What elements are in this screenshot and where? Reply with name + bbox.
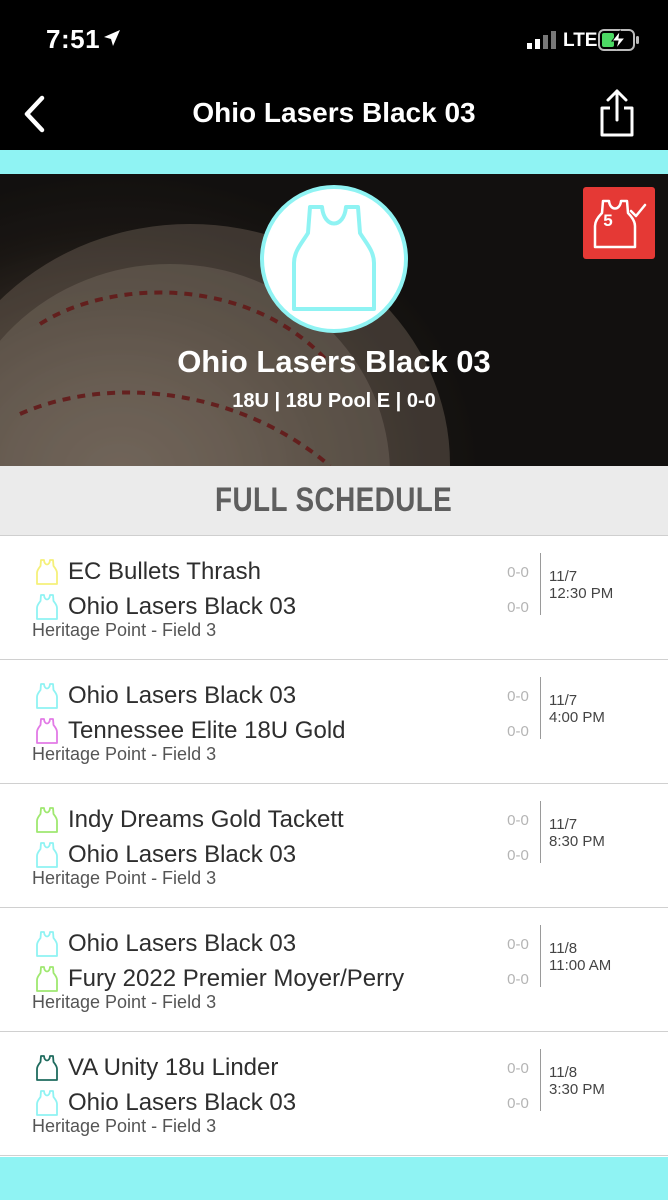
bottom-accent-strip (0, 1157, 668, 1200)
game-time: 3:30 PM (549, 1081, 605, 1098)
schedule-header: FULL SCHEDULE (0, 466, 668, 536)
game-date: 11/8 (549, 1064, 578, 1081)
venue-label: Heritage Point - Field 3 (32, 744, 217, 764)
game-list: EC Bullets Thrash Ohio Lasers Black 03 H… (0, 536, 668, 1156)
team-line: EC Bullets Thrash (36, 557, 261, 587)
divider (540, 553, 541, 615)
jersey-icon (36, 683, 58, 709)
team-line: Fury 2022 Premier Moyer/Perry (36, 964, 404, 994)
game-time: 8:30 PM (549, 833, 605, 850)
team-line: Tennessee Elite 18U Gold (36, 716, 346, 746)
team-score: 0-0 (507, 599, 529, 616)
game-row[interactable]: VA Unity 18u Linder Ohio Lasers Black 03… (0, 1032, 668, 1156)
jersey-icon (36, 1090, 58, 1116)
team-name: Ohio Lasers Black 03 (68, 1089, 297, 1116)
jersey-icon (36, 1055, 58, 1081)
team-line: Ohio Lasers Black 03 (36, 840, 296, 870)
divider (540, 677, 541, 739)
team-name: EC Bullets Thrash (68, 558, 261, 585)
team-score: 0-0 (507, 723, 529, 740)
jersey-icon (292, 205, 376, 311)
signal-icon (527, 31, 556, 49)
jersey-icon (36, 842, 58, 868)
venue-label: Heritage Point - Field 3 (32, 1116, 217, 1136)
team-score: 0-0 (507, 1095, 529, 1112)
battery-charging-icon (598, 29, 639, 51)
game-row[interactable]: Indy Dreams Gold Tackett Ohio Lasers Bla… (0, 784, 668, 908)
share-icon[interactable] (594, 88, 640, 138)
game-date: 11/7 (549, 568, 578, 585)
team-score: 0-0 (507, 564, 529, 581)
games-badge-button[interactable]: 5 (583, 187, 655, 259)
schedule-title: FULL SCHEDULE (215, 481, 453, 519)
team-name: Indy Dreams Gold Tackett (68, 806, 344, 833)
game-date: 11/8 (549, 940, 578, 957)
venue-label: Heritage Point - Field 3 (32, 992, 217, 1012)
game-row[interactable]: Ohio Lasers Black 03 Tennessee Elite 18U… (0, 660, 668, 784)
accent-strip (0, 150, 668, 174)
team-line: VA Unity 18u Linder (36, 1053, 278, 1083)
location-arrow-icon (104, 30, 120, 46)
team-name: VA Unity 18u Linder (68, 1054, 279, 1081)
team-line: Ohio Lasers Black 03 (36, 929, 296, 959)
game-time: 11:00 AM (549, 957, 612, 974)
jersey-icon (36, 807, 58, 833)
divider (540, 925, 541, 987)
jersey-icon (36, 594, 58, 620)
team-score: 0-0 (507, 847, 529, 864)
nav-bar: Ohio Lasers Black 03 (0, 78, 668, 150)
game-row[interactable]: EC Bullets Thrash Ohio Lasers Black 03 H… (0, 536, 668, 660)
jersey-icon (36, 931, 58, 957)
badge-count: 5 (603, 211, 613, 230)
team-subtitle: 18U | 18U Pool E | 0-0 (232, 390, 436, 412)
team-line: Indy Dreams Gold Tackett (36, 805, 344, 835)
team-name: Ohio Lasers Black 03 (68, 593, 297, 620)
team-score: 0-0 (507, 688, 529, 705)
team-score: 0-0 (507, 936, 529, 953)
status-bar: 7:51 LTE (0, 0, 668, 78)
team-score: 0-0 (507, 1060, 529, 1077)
team-name: Ohio Lasers Black 03 (68, 682, 297, 709)
divider (540, 1049, 541, 1111)
team-name: Ohio Lasers Black 03 (177, 344, 491, 379)
venue-label: Heritage Point - Field 3 (32, 868, 217, 888)
team-line: Ohio Lasers Black 03 (36, 592, 296, 622)
team-score: 0-0 (507, 812, 529, 829)
team-line: Ohio Lasers Black 03 (36, 681, 296, 711)
team-logo (260, 185, 408, 333)
team-score: 0-0 (507, 971, 529, 988)
game-date: 11/7 (549, 816, 578, 833)
team-name: Fury 2022 Premier Moyer/Perry (68, 965, 405, 992)
divider (540, 801, 541, 863)
team-line: Ohio Lasers Black 03 (36, 1088, 296, 1118)
team-name: Tennessee Elite 18U Gold (68, 717, 346, 744)
jersey-icon (36, 559, 58, 585)
venue-label: Heritage Point - Field 3 (32, 620, 217, 640)
jersey-icon (36, 966, 58, 992)
team-name: Ohio Lasers Black 03 (68, 930, 297, 957)
team-hero: 5 Ohio Lasers Black 03 18U | 18U Pool E … (0, 174, 668, 466)
status-time: 7:51 (46, 24, 101, 54)
nav-title: Ohio Lasers Black 03 (192, 97, 476, 128)
game-time: 4:00 PM (549, 709, 605, 726)
game-date: 11/7 (549, 692, 578, 709)
team-name: Ohio Lasers Black 03 (68, 841, 297, 868)
game-row[interactable]: Ohio Lasers Black 03 Fury 2022 Premier M… (0, 908, 668, 1032)
jersey-icon (36, 718, 58, 744)
game-time: 12:30 PM (549, 585, 614, 602)
carrier-label: LTE (563, 30, 598, 51)
